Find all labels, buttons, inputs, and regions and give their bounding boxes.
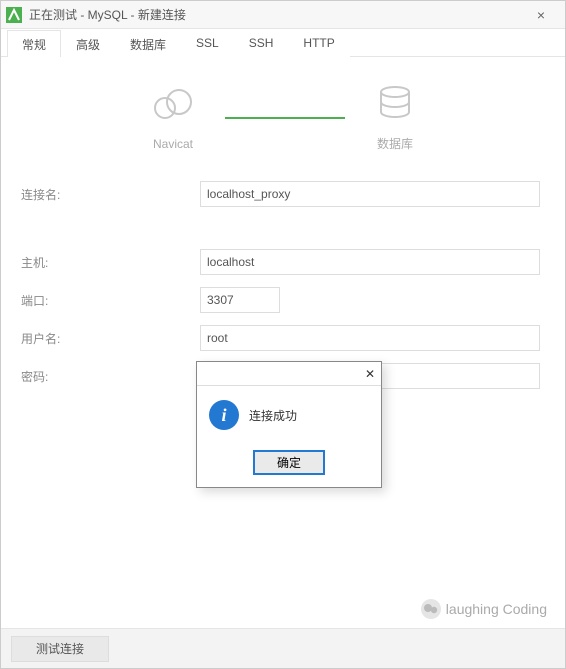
dialog-message: 连接成功: [249, 407, 297, 424]
host-input[interactable]: [200, 249, 540, 275]
database-graphic: 数据库: [375, 84, 415, 152]
navicat-icon: [151, 86, 195, 126]
main-window: 正在测试 - MySQL - 新建连接 × 常规 高级 数据库 SSL SSH …: [0, 0, 566, 669]
navicat-label: Navicat: [151, 137, 195, 151]
database-icon: [375, 84, 415, 124]
tab-advanced[interactable]: 高级: [61, 30, 115, 57]
tab-ssh[interactable]: SSH: [234, 30, 289, 57]
tab-ssl[interactable]: SSL: [181, 30, 234, 57]
info-icon: i: [209, 400, 239, 430]
footer: 测试连接: [1, 628, 565, 668]
wechat-icon: [420, 598, 442, 620]
test-connection-button[interactable]: 测试连接: [11, 636, 109, 662]
app-icon: [5, 6, 23, 24]
dialog-close-button[interactable]: ✕: [365, 367, 375, 381]
conn-name-input[interactable]: [200, 181, 540, 207]
titlebar: 正在测试 - MySQL - 新建连接 ×: [1, 1, 565, 29]
content-panel: Navicat 数据库 连接名: 主机:: [1, 57, 565, 628]
message-dialog: ✕ i 连接成功 确定: [196, 361, 382, 488]
port-label: 端口:: [21, 292, 80, 309]
user-label: 用户名:: [21, 330, 80, 347]
navicat-graphic: Navicat: [151, 86, 195, 151]
database-label: 数据库: [375, 135, 415, 152]
tab-general[interactable]: 常规: [7, 30, 61, 57]
user-input[interactable]: [200, 325, 540, 351]
tab-database[interactable]: 数据库: [115, 30, 181, 57]
conn-name-label: 连接名:: [21, 186, 80, 203]
port-input[interactable]: [200, 287, 280, 313]
host-label: 主机:: [21, 254, 80, 271]
ok-button[interactable]: 确定: [253, 450, 325, 475]
pass-label: 密码:: [21, 368, 80, 385]
watermark: laughing Coding: [420, 598, 547, 620]
watermark-text: laughing Coding: [446, 601, 547, 617]
window-title: 正在测试 - MySQL - 新建连接: [29, 6, 521, 23]
connection-graphic: Navicat 数据库: [21, 73, 545, 163]
tab-http[interactable]: HTTP: [288, 30, 349, 57]
window-close-button[interactable]: ×: [521, 7, 561, 23]
dialog-titlebar: ✕: [197, 362, 381, 386]
tabs: 常规 高级 数据库 SSL SSH HTTP: [1, 29, 565, 57]
connection-line: [225, 117, 345, 119]
